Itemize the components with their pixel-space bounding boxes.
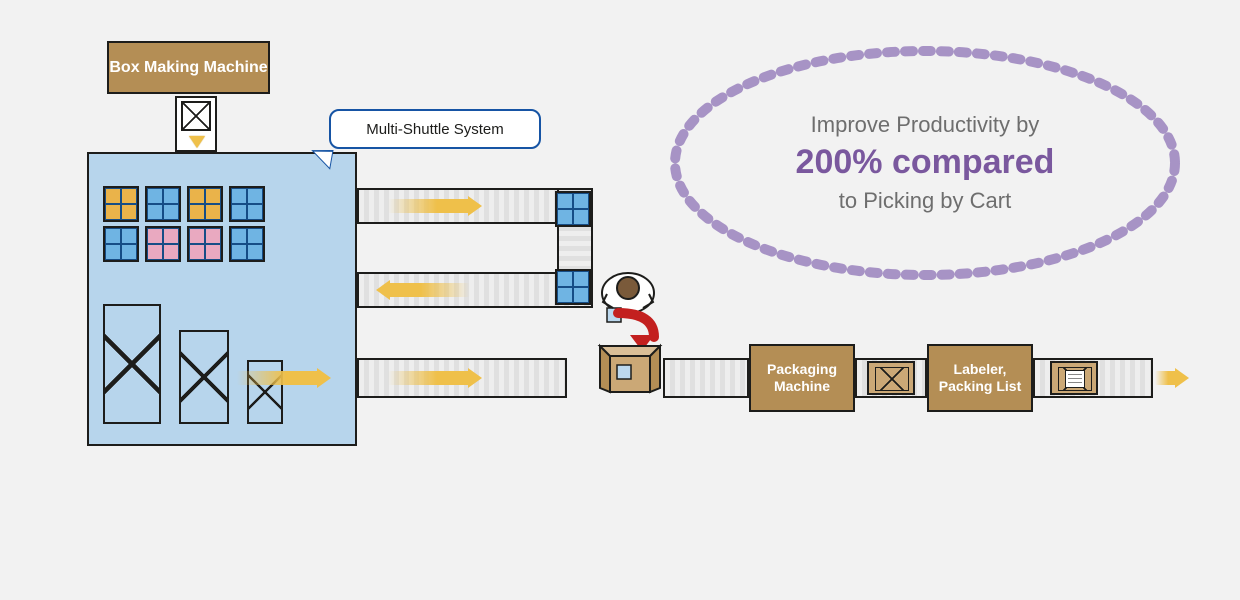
storage-bin	[145, 186, 181, 222]
box-making-machine-label: Box Making Machine	[107, 41, 270, 94]
multi-shuttle-system	[87, 152, 357, 446]
flow-arrow-right-icon	[388, 371, 470, 385]
diagram-stage: Box Making Machine Multi-Shuttle System	[0, 0, 1240, 600]
document-icon	[1065, 370, 1085, 388]
bin-on-conveyor	[555, 191, 591, 227]
packaging-text: Packaging Machine	[751, 361, 853, 395]
callout-tail-icon	[308, 146, 333, 170]
callout-text: Multi-Shuttle System	[366, 121, 504, 138]
storage-bin	[103, 186, 139, 222]
pallet-small	[247, 360, 283, 424]
productivity-badge: Improve Productivity by 200% compared to…	[660, 38, 1190, 288]
labeled-carton	[1050, 361, 1098, 395]
multi-shuttle-callout: Multi-Shuttle System	[329, 109, 541, 149]
pallet-medium	[179, 330, 229, 424]
flow-arrow-right-icon	[1155, 371, 1177, 385]
badge-message: Improve Productivity by 200% compared to…	[796, 110, 1055, 215]
bin-row-1	[103, 186, 265, 222]
badge-line3: to Picking by Cart	[839, 188, 1011, 213]
carton-in-chute	[181, 101, 211, 131]
chute-down-arrow-icon	[189, 136, 205, 148]
badge-big: 200% compared	[796, 140, 1055, 186]
packaging-machine-label: Packaging Machine	[749, 344, 855, 412]
storage-bin	[103, 226, 139, 262]
flow-arrow-right-icon	[388, 199, 470, 213]
flow-arrow-left-icon	[388, 283, 470, 297]
bin-on-conveyor	[555, 269, 591, 305]
conveyor-segment	[663, 358, 749, 398]
labeler-text: Labeler, Packing List	[929, 361, 1031, 395]
storage-bin	[145, 226, 181, 262]
box-making-text: Box Making Machine	[109, 58, 267, 77]
closed-carton	[867, 361, 915, 395]
bin-row-2	[103, 226, 265, 262]
open-carton-icon	[597, 343, 663, 401]
flow-arrow-right-icon	[237, 371, 319, 385]
pallet-large	[103, 304, 161, 424]
labeler-label: Labeler, Packing List	[927, 344, 1033, 412]
storage-bin	[187, 226, 223, 262]
storage-bin	[187, 186, 223, 222]
storage-bin	[229, 226, 265, 262]
badge-line1: Improve Productivity by	[811, 112, 1040, 137]
storage-bin	[229, 186, 265, 222]
